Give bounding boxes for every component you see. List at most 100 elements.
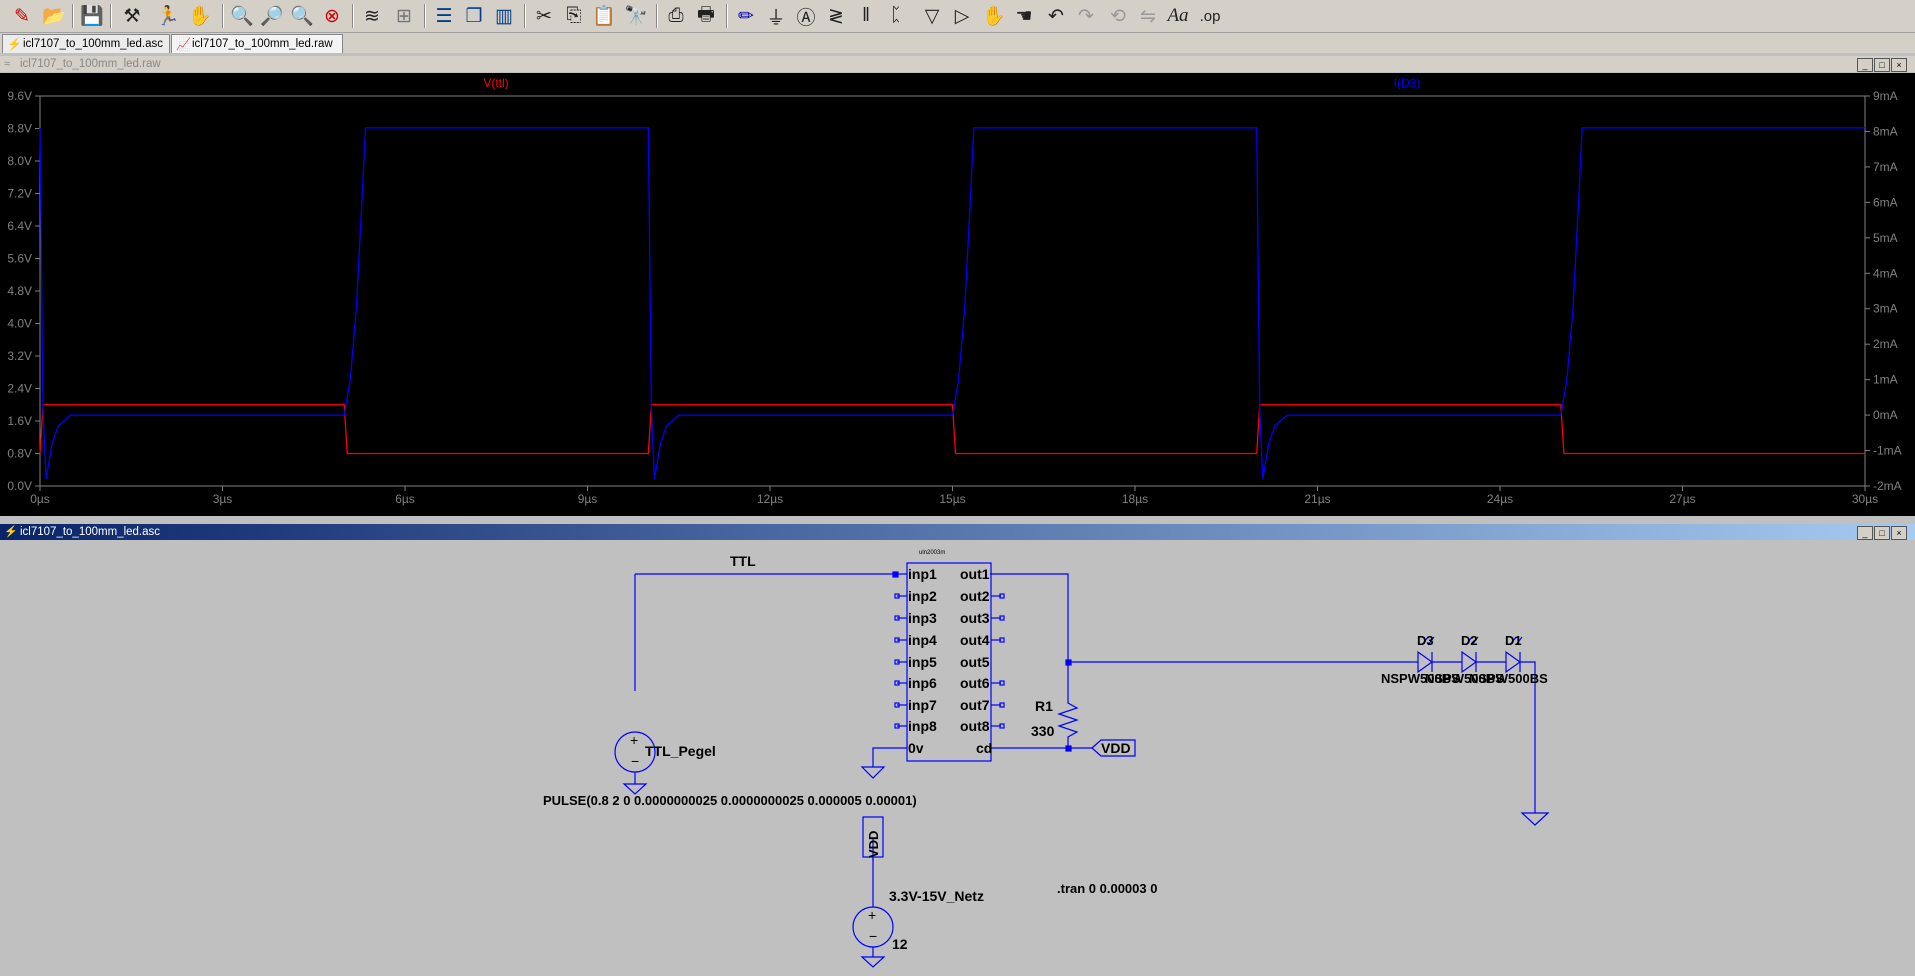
trace-label-i-d3[interactable]: I(D3) [1394,76,1421,90]
diode-model-label[interactable]: NSPW500BS [1469,671,1548,686]
close-button[interactable]: × [1891,58,1907,72]
rotate-icon[interactable]: ⟲ [1104,2,1132,30]
toolbar-separator [726,4,728,28]
minus-sign: − [869,928,877,944]
y-right-tick-label: 5mA [1873,231,1898,245]
tab-label: icl7107_to_100mm_led.raw [192,38,333,50]
zoom-area-icon[interactable]: 🔎 [258,2,286,30]
zoom-fit-icon[interactable]: ⊗ [318,2,346,30]
save-icon[interactable]: 💾 [78,2,106,30]
print-setup-icon[interactable]: ⎙ [662,2,690,30]
ic-pin-label: inp4 [908,632,937,648]
y-left-tick-label: 0.0V [7,479,32,493]
plus-sign: + [630,732,638,748]
wire[interactable] [872,747,907,767]
undo-icon[interactable]: ↶ [1042,2,1070,30]
r1-value[interactable]: 330 [1031,723,1055,739]
ic-pin-label: out1 [960,566,990,582]
ic-pin-label: out8 [960,718,990,734]
move-icon[interactable]: ✋ [980,2,1008,30]
y-left-tick-label: 4.0V [7,317,32,331]
label-net-icon[interactable]: Ⓐ [792,2,820,30]
autorange-icon[interactable]: ≋ [358,2,386,30]
net-label-ttl[interactable]: TTL [730,553,756,569]
x-tick-label: 0µs [30,492,50,506]
spice-directive-icon[interactable]: .op [1196,2,1224,30]
y-right-tick-label: 4mA [1873,266,1898,280]
resistor-r1[interactable] [1057,698,1079,748]
ground-symbol [860,766,886,779]
diode-label[interactable]: D1 [1505,633,1522,648]
maximize-button[interactable]: □ [1874,526,1890,540]
y-left-tick-label: 2.4V [7,382,32,396]
ic-pin-label: 0v [908,740,924,756]
ground-symbol [1520,812,1550,826]
capacitor-icon[interactable]: ‖ [852,2,880,30]
minimize-button[interactable]: _ [1857,526,1873,540]
ttl-source-name[interactable]: TTL_Pegel [645,743,716,759]
y-right-tick-label: 1mA [1873,373,1898,387]
open-folder-icon[interactable]: 📂 [40,2,68,30]
tab-waveform[interactable]: 📈 icl7107_to_100mm_led.raw [171,34,343,53]
minimize-button[interactable]: _ [1857,58,1873,72]
drag-icon[interactable]: ☚ [1010,2,1038,30]
text-icon[interactable]: Aa [1164,2,1192,30]
new-schematic-icon[interactable]: ✎ [8,2,36,30]
inductor-icon[interactable]: ᛈ [882,2,910,30]
toolbar-separator [222,4,224,28]
cascade-icon[interactable]: ❐ [460,2,488,30]
trace-label-v-ttl[interactable]: V(ttl) [483,76,508,90]
y-left-tick-label: 7.2V [7,187,32,201]
waveform-icon: 📈 [176,37,191,51]
print-icon[interactable]: 🖶 [692,2,720,30]
copy-icon[interactable]: ⎘ [560,2,588,30]
waveform-chart: 0µs 3µs 6µs 9µs 12µs 15µs 18µs 21µs 24µs 27µs 30µs… [7,76,1901,506]
tab-label: icl7107_to_100mm_led.asc [23,38,164,50]
run-icon[interactable]: 🏃 [154,2,182,30]
control-panel-icon[interactable]: ⚒ [118,2,146,30]
ic-pin-label: out7 [960,697,990,713]
diode-label[interactable]: D3 [1417,633,1434,648]
spice-directive[interactable]: .tran 0 0.00003 0 [1057,881,1157,896]
ttl-source-value[interactable]: PULSE(0.8 2 0 0.0000000025 0.0000000025 … [543,793,917,808]
close-button[interactable]: × [1891,526,1907,540]
resistor-icon[interactable]: ≷ [822,2,850,30]
vdd-source-value[interactable]: 12 [892,936,908,952]
tab-schematic[interactable]: ⚡ icl7107_to_100mm_led.asc [2,34,170,53]
schematic-window-titlebar[interactable]: ⚡ icl7107_to_100mm_led.asc _ □ × [0,524,1915,540]
diode-icon[interactable]: ▽ [918,2,946,30]
tile-vertical-icon[interactable]: ▥ [490,2,518,30]
ic-pin-label: inp1 [908,566,937,582]
y-right-tick-label: 3mA [1873,302,1898,316]
paste-icon[interactable]: 📋 [590,2,618,30]
y-right-tick-label: 0mA [1873,408,1898,422]
find-icon[interactable]: 🔭 [622,2,650,30]
draw-wire-icon[interactable]: ✏ [732,2,760,30]
cut-icon[interactable]: ✂ [530,2,558,30]
y-left-tick-label: 8.0V [7,154,32,168]
x-tick-label: 3µs [213,492,233,506]
maximize-button[interactable]: □ [1874,58,1890,72]
ic-pin-label: inp3 [908,610,937,626]
ic-pin-label: inp5 [908,654,937,670]
tile-horizontal-icon[interactable]: ☰ [430,2,458,30]
mirror-icon[interactable]: ⇋ [1134,2,1162,30]
zoom-in-icon[interactable]: 🔍 [228,2,256,30]
zoom-out-icon[interactable]: 🔍 [288,2,316,30]
wire[interactable] [990,573,1069,698]
ground-icon[interactable]: ⏚ [762,2,790,30]
diode-label[interactable]: D2 [1461,633,1478,648]
grid-icon[interactable]: ⊞ [390,2,418,30]
r1-name[interactable]: R1 [1035,698,1053,714]
plot-window-titlebar[interactable]: ≈ icl7107_to_100mm_led.raw _ □ × [0,56,1915,72]
component-icon[interactable]: ▷ [948,2,976,30]
halt-icon[interactable]: ✋ [186,2,214,30]
y-left-tick-label: 4.8V [7,284,32,298]
waveform-plot[interactable]: 0µs 3µs 6µs 9µs 12µs 15µs 18µs 21µs 24µs 27µs 30µs… [0,73,1915,516]
ground-symbol [860,956,886,968]
schematic-canvas[interactable]: + − + − TTL uln2003m inp1 inp2 inp3 inp4… [0,541,1915,976]
vdd-source-name[interactable]: 3.3V-15V_Netz [889,888,984,904]
plot-window-title: icl7107_to_100mm_led.raw [20,58,161,70]
redo-icon[interactable]: ↷ [1072,2,1100,30]
y-right-tick-label: 8mA [1873,124,1898,138]
